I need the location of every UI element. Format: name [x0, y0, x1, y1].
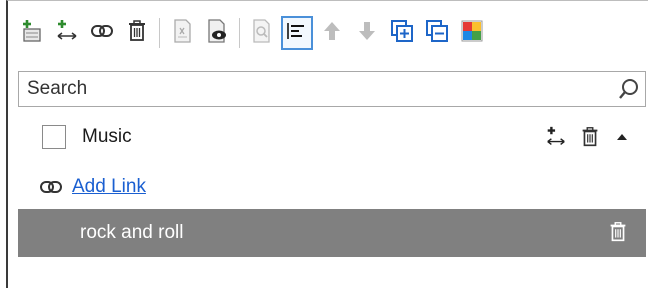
category-row[interactable]: Music — [18, 113, 646, 161]
align-left-icon — [285, 19, 309, 48]
preview-icon — [204, 18, 230, 49]
add-link-button[interactable] — [51, 16, 83, 50]
category-label: Music — [82, 126, 132, 147]
toolbar — [16, 13, 491, 53]
link-panel: Music — [6, 0, 648, 288]
search-document-button[interactable] — [246, 16, 278, 50]
search-input[interactable] — [19, 74, 613, 104]
expand-all-button[interactable] — [386, 16, 418, 50]
link-button[interactable] — [86, 16, 118, 50]
list-item-label: rock and roll — [80, 222, 184, 243]
delete-icon — [124, 18, 150, 49]
add-link-link[interactable]: Add Link — [72, 176, 146, 198]
search-box — [18, 71, 646, 107]
preview-button[interactable] — [201, 16, 233, 50]
expand-all-icon — [389, 18, 415, 49]
move-down-button[interactable] — [351, 16, 383, 50]
delete-icon[interactable] — [578, 125, 602, 149]
document-button[interactable] — [166, 16, 198, 50]
add-link-icon[interactable] — [544, 125, 568, 149]
toolbar-separator — [159, 18, 160, 48]
link-icon — [89, 18, 115, 49]
search-icon[interactable] — [613, 73, 645, 105]
category-checkbox[interactable] — [42, 125, 66, 149]
add-category-button[interactable] — [16, 16, 48, 50]
add-link-icon — [54, 18, 80, 49]
arrow-up-icon — [320, 19, 344, 48]
add-link-row: Add Link — [18, 163, 646, 211]
color-palette-icon — [460, 19, 484, 48]
link-icon — [38, 177, 64, 197]
document-icon — [169, 18, 195, 49]
toolbar-separator — [239, 18, 240, 48]
delete-icon[interactable] — [606, 219, 630, 250]
search-document-icon — [249, 18, 275, 49]
category-actions — [534, 113, 632, 161]
arrow-down-icon — [355, 19, 379, 48]
collapse-all-icon — [424, 18, 450, 49]
collapse-all-button[interactable] — [421, 16, 453, 50]
collapse-triangle-icon[interactable] — [612, 127, 632, 147]
delete-button[interactable] — [121, 16, 153, 50]
list-item[interactable]: rock and roll — [18, 209, 646, 257]
color-palette-button[interactable] — [456, 16, 488, 50]
align-left-button[interactable] — [281, 16, 313, 50]
move-up-button[interactable] — [316, 16, 348, 50]
add-category-icon — [19, 18, 45, 49]
